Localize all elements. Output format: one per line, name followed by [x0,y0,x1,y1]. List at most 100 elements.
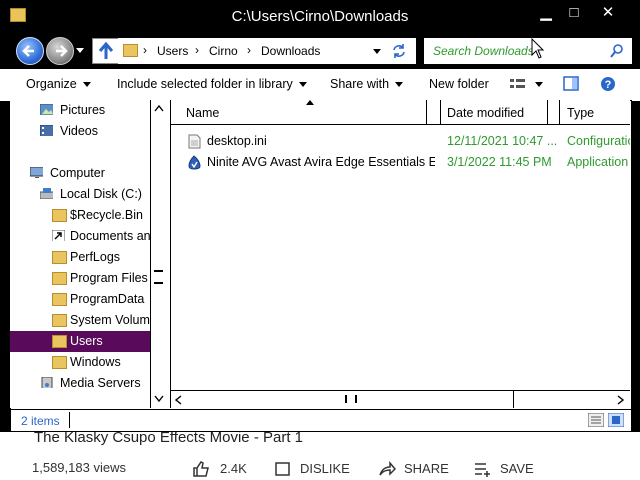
breadcrumb-users[interactable]: Users [157,44,188,58]
file-date: 12/11/2021 10:47 ... [447,134,558,148]
mouse-cursor-icon [531,38,545,59]
change-view-icon[interactable] [509,77,527,91]
scroll-up-icon[interactable] [154,104,164,112]
column-divider[interactable] [440,100,441,124]
nav-item-users[interactable]: Users [10,331,150,352]
breadcrumb-cirno[interactable]: Cirno [209,44,238,58]
nav-item-perflogs[interactable]: PerfLogs [10,247,150,268]
file-type: Configuratio [567,134,630,148]
crumb-separator: › [143,43,147,57]
include-in-library-menu[interactable]: Include selected folder in library [117,77,307,91]
status-divider [69,412,70,428]
pictures-icon [40,104,53,115]
maximize-button[interactable]: □ [560,4,588,22]
details-view-icon[interactable] [588,413,604,427]
organize-menu[interactable]: Organize [26,77,91,91]
folder-icon [52,272,67,285]
navigation-pane[interactable]: Pictures Videos Computer Local Disk (C:)… [10,100,158,408]
nav-item-program-files[interactable]: Program Files [10,268,150,289]
close-button[interactable]: ✕ [594,4,622,22]
computer-icon [30,167,43,178]
file-row[interactable]: desktop.ini 12/11/2021 10:47 ... Configu… [171,131,630,152]
video-title[interactable]: The Klasky Csupo Effects Movie - Part 1 [34,432,303,446]
back-button[interactable] [16,37,44,65]
ini-file-icon [188,134,201,149]
include-library-label: Include selected folder in library [117,77,293,91]
preview-pane-icon[interactable] [563,76,579,92]
nav-label: Pictures [60,103,106,117]
nav-item-windows[interactable]: Windows [10,352,150,373]
status-bar: 2 items [10,409,632,432]
address-history-chevron-icon[interactable] [373,49,381,54]
scroll-right-icon[interactable] [617,395,625,405]
recent-pages-chevron-icon[interactable] [76,48,84,53]
nav-item-system-volume[interactable]: System Volume [10,310,157,331]
forward-button[interactable] [46,37,74,65]
save-playlist-icon[interactable] [474,461,492,477]
folder-icon [52,293,67,306]
file-name: desktop.ini [207,134,267,148]
installer-icon [188,155,201,170]
nav-label: Computer [50,166,105,180]
nav-item-pictures[interactable]: Pictures [10,100,150,121]
scroll-grip[interactable] [154,270,163,284]
dislike-icon[interactable] [274,461,292,477]
nav-item-local-disk[interactable]: Local Disk (C:) [10,184,150,205]
organize-label: Organize [26,77,77,91]
column-divider[interactable] [547,100,548,124]
new-folder-button[interactable]: New folder [429,77,489,91]
column-divider[interactable] [426,100,427,124]
background-video-page: The Klasky Csupo Effects Movie - Part 1 … [0,432,640,480]
help-icon[interactable]: ? [600,76,616,92]
scroll-left-icon[interactable] [174,395,182,405]
item-count: 2 items [21,414,60,428]
search-input[interactable]: Search Downloads [424,38,632,64]
like-icon[interactable] [192,461,210,477]
nav-label: PerfLogs [70,250,121,264]
address-bar[interactable]: › Users › Cirno › Downloads [118,38,416,64]
like-count[interactable]: 2.4K [220,461,247,476]
nav-label: $Recycle.Bin [70,208,143,222]
up-arrow-icon [98,41,114,59]
search-icon[interactable] [609,43,625,59]
nav-item-programdata[interactable]: ProgramData [10,289,150,310]
nav-item-media-servers[interactable]: Media Servers [10,373,150,394]
view-options-chevron-icon[interactable] [535,82,543,87]
breadcrumb-downloads[interactable]: Downloads [261,44,320,58]
share-icon[interactable] [378,461,396,477]
minimize-button[interactable]: ▁ [532,4,560,22]
up-level-button[interactable] [92,38,120,64]
nav-label: Media Servers [60,376,141,390]
crumb-separator: › [247,43,251,57]
file-list-scrollbar[interactable] [171,390,630,408]
refresh-icon[interactable] [391,43,407,59]
nav-item-computer[interactable]: Computer [10,163,150,184]
column-date-modified[interactable]: Date modified [447,106,524,120]
save-label[interactable]: SAVE [500,461,534,476]
share-with-menu[interactable]: Share with [330,77,404,91]
nav-item-recycle-bin[interactable]: $Recycle.Bin [10,205,150,226]
nav-label: Program Files [70,271,148,285]
share-with-label: Share with [330,77,390,91]
column-headers: Name Date modified Type [171,100,630,125]
nav-label: Windows [70,355,121,369]
scroll-grip[interactable] [345,395,357,403]
nav-label: System Volume [70,313,157,327]
column-divider[interactable] [559,100,560,124]
nav-label: ProgramData [70,292,145,306]
file-date: 3/1/2022 11:45 PM [447,155,552,169]
column-type[interactable]: Type [567,106,594,120]
svg-text:?: ? [605,79,612,91]
file-row[interactable]: Ninite AVG Avast Avira Edge Essentials E… [171,152,630,173]
dislike-label[interactable]: DISLIKE [300,461,350,476]
chevron-down-icon [395,82,404,88]
nav-item-documents-and-settings[interactable]: Documents and [10,226,158,247]
view-count: 1,589,183 views [32,460,126,475]
column-name[interactable]: Name [186,106,219,120]
scroll-down-icon[interactable] [154,395,164,403]
folder-icon [52,314,67,327]
nav-item-videos[interactable]: Videos [10,121,150,142]
share-label[interactable]: SHARE [404,461,449,476]
folder-icon [52,251,67,264]
large-icons-view-icon[interactable] [608,413,624,427]
